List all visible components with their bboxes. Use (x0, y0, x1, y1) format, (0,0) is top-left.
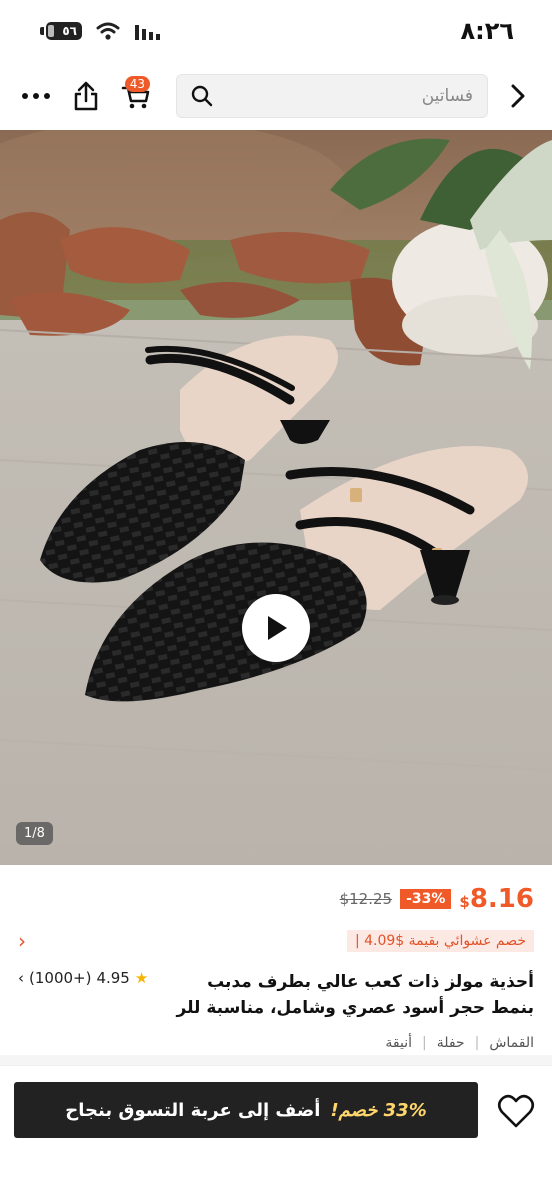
cart-count-badge: 43 (124, 76, 150, 92)
tag-separator: | (474, 1035, 480, 1051)
tag[interactable]: أنيقة (385, 1035, 412, 1051)
star-icon: ★ (134, 969, 149, 987)
wifi-icon (96, 22, 120, 40)
tag[interactable]: القماش (489, 1035, 534, 1051)
play-icon (268, 616, 287, 640)
battery-icon: ٥٦ (40, 22, 82, 40)
coupon-row[interactable]: خصم عشوائي بقيمة $4.09 | ‹ (18, 925, 534, 957)
more-icon (22, 93, 50, 99)
status-bar: ٥٦ ٨:٢٦ (0, 0, 552, 62)
add-to-cart-button[interactable]: 33% خصم! أضف إلى عربة التسوق بنجاح (14, 1082, 478, 1138)
heart-icon[interactable] (496, 1092, 536, 1132)
search-input[interactable]: فساتين (176, 74, 488, 118)
price-row: $8.16 -33% $12.25 (18, 865, 534, 925)
add-to-cart-label: أضف إلى عربة التسوق بنجاح (65, 1099, 321, 1121)
play-video-button[interactable] (242, 594, 310, 662)
battery-level: ٥٦ (46, 22, 82, 40)
search-icon[interactable] (191, 85, 213, 107)
status-time: ٨:٢٦ (460, 17, 514, 45)
product-info: $8.16 -33% $12.25 خصم عشوائي بقيمة $4.09… (0, 865, 552, 1051)
cart-button[interactable]: 43 (116, 76, 156, 116)
rating-count: (1000+) (29, 969, 92, 987)
section-divider (0, 1055, 552, 1065)
cart-discount-label: 33% خصم! (330, 1099, 427, 1121)
status-icons: ٥٦ (40, 21, 162, 41)
bottom-action-bar: 33% خصم! أضف إلى عربة التسوق بنجاح (0, 1065, 552, 1195)
rating[interactable]: ‹ (1000+) 4.95 ★ (18, 969, 148, 987)
discount-badge: -33% (400, 889, 452, 909)
signal-icon (135, 25, 160, 40)
chevron-right-icon (511, 84, 525, 108)
product-tags: القماش | حفلة | أنيقة (18, 1035, 534, 1051)
share-button[interactable] (66, 76, 106, 116)
chevron-left-icon: ‹ (18, 969, 24, 987)
price-value: 8.16 (469, 884, 534, 914)
chevron-left-icon: ‹ (18, 929, 26, 953)
product-title-block[interactable]: أحذية مولز ذات كعب عالي بطرف مدبب بنمط ح… (18, 969, 534, 1021)
product-photo (0, 130, 552, 865)
coupon-badge: خصم عشوائي بقيمة $4.09 | (346, 930, 534, 952)
tag-separator: | (421, 1035, 427, 1051)
tag[interactable]: حفلة (437, 1035, 465, 1051)
old-price: $12.25 (339, 890, 393, 908)
product-title-line1: أحذية مولز ذات كعب عالي بطرف مدبب (207, 972, 534, 992)
price-currency: $ (459, 893, 470, 911)
top-bar: 43 فساتين (0, 62, 552, 130)
back-button[interactable] (498, 76, 538, 116)
search-placeholder: فساتين (421, 86, 473, 106)
image-counter: 1/8 (16, 822, 53, 845)
product-title: أحذية مولز ذات كعب عالي بطرف مدبب بنمط ح… (164, 969, 535, 1021)
share-icon (74, 81, 98, 111)
current-price: $8.16 (459, 884, 534, 914)
more-button[interactable] (16, 76, 56, 116)
rating-value: 4.95 (96, 969, 130, 987)
product-title-line2: بنمط حجر أسود عصري وشامل، مناسبة للر (176, 998, 535, 1018)
product-image[interactable]: 1/8 (0, 130, 552, 865)
